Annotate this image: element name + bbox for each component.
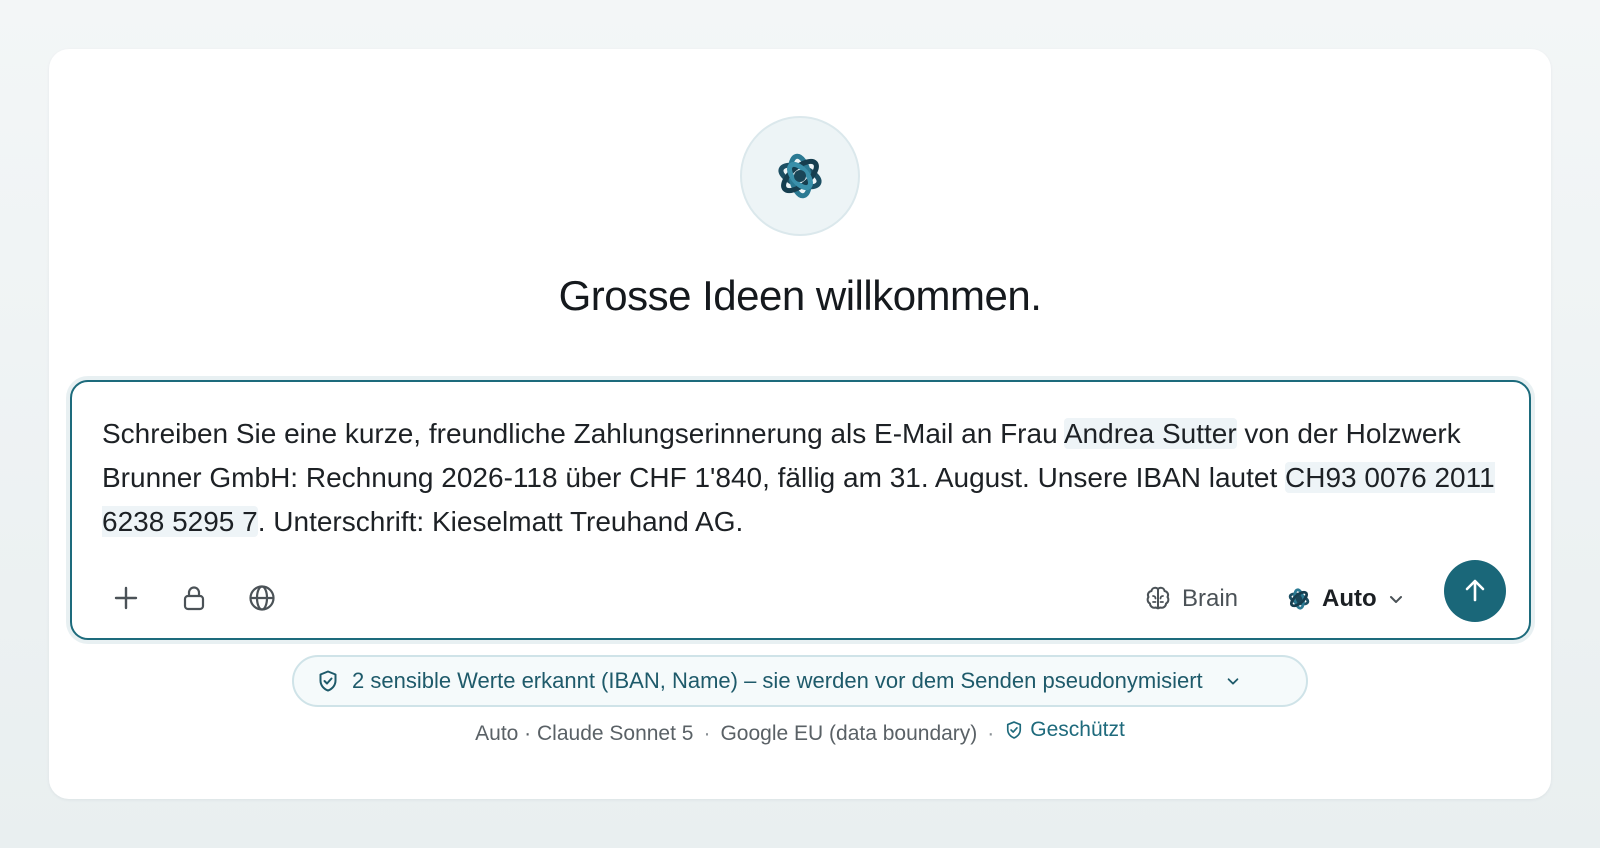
lock-button[interactable] bbox=[172, 576, 216, 620]
protected-label: Geschützt bbox=[1030, 718, 1125, 741]
brain-label: Brain bbox=[1182, 585, 1239, 612]
page-title: Grosse Ideen willkommen. bbox=[558, 272, 1042, 319]
prompt-text-3: . Unterschrift: Kieselmatt Treuhand AG. bbox=[257, 506, 744, 537]
footer-model: Auto · Claude Sonnet 5 bbox=[475, 722, 694, 745]
shield-check-icon bbox=[1007, 721, 1022, 739]
detected-name: Andrea Sutter bbox=[1063, 418, 1237, 449]
chevron-down-icon bbox=[1389, 596, 1402, 603]
shield-check-icon bbox=[319, 670, 337, 692]
model-logo-icon bbox=[1288, 588, 1310, 610]
footer-region: Google EU (data boundary) bbox=[720, 722, 978, 745]
brain-toggle[interactable]: Brain bbox=[1144, 578, 1238, 620]
model-label: Auto bbox=[1322, 585, 1377, 612]
separator: · bbox=[987, 722, 995, 745]
web-search-button[interactable] bbox=[240, 576, 284, 620]
notice-text: 2 sensible Werte erkannt (IBAN, Name) – … bbox=[352, 668, 1203, 693]
arrow-up-icon bbox=[1465, 579, 1485, 602]
logo bbox=[740, 116, 860, 236]
logo-icon bbox=[778, 153, 822, 199]
chevron-down-icon bbox=[1227, 678, 1239, 685]
separator: · bbox=[703, 722, 711, 745]
add-button[interactable] bbox=[104, 576, 148, 620]
prompt-input[interactable]: Schreiben Sie eine kurze, freundliche Za… bbox=[102, 412, 1502, 544]
model-selector[interactable]: Auto bbox=[1286, 578, 1405, 620]
sensitive-data-notice[interactable]: 2 sensible Werte erkannt (IBAN, Name) – … bbox=[292, 655, 1308, 707]
lock-icon bbox=[183, 586, 205, 611]
globe-icon bbox=[249, 585, 275, 611]
prompt-composer[interactable]: Schreiben Sie eine kurze, freundliche Za… bbox=[70, 380, 1531, 640]
brain-icon bbox=[1146, 586, 1170, 610]
prompt-text-1: Schreiben Sie eine kurze, freundliche Za… bbox=[102, 418, 1064, 449]
plus-icon bbox=[114, 586, 138, 610]
send-button[interactable] bbox=[1444, 560, 1506, 622]
protected-status[interactable]: Geschützt bbox=[1004, 718, 1125, 742]
status-footer: Auto · Claude Sonnet 5 · Google EU (data b… bbox=[0, 718, 1600, 746]
